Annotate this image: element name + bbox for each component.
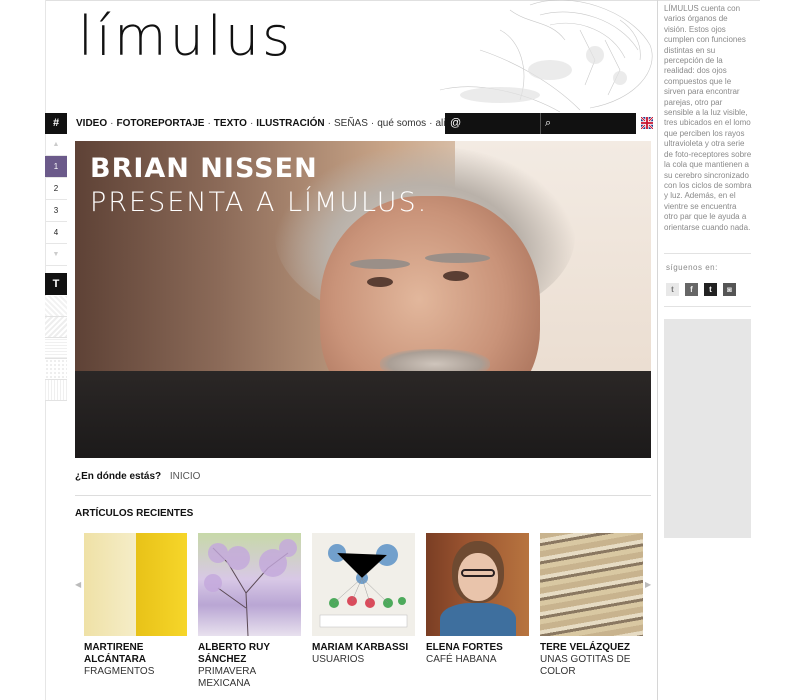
nav-separator: · bbox=[370, 118, 375, 129]
article-title[interactable]: PRIMAVERA MEXICANA bbox=[198, 666, 301, 690]
hero-sweater bbox=[75, 371, 651, 458]
article-author[interactable]: MARIAM KARBASSI bbox=[312, 642, 415, 654]
article-title[interactable]: USUARIOS bbox=[312, 654, 415, 666]
pattern-swatches bbox=[45, 296, 67, 401]
twitter-icon[interactable]: t bbox=[666, 283, 679, 296]
article-author[interactable]: TERE VELÁZQUEZ bbox=[540, 642, 643, 654]
pattern-swatch[interactable] bbox=[45, 380, 67, 401]
article-thumbnail[interactable] bbox=[426, 533, 529, 636]
thumb-yellow-panel bbox=[136, 533, 187, 636]
frame-right-line bbox=[657, 0, 658, 700]
search-icon: ⌕ bbox=[545, 117, 552, 129]
hero-title[interactable]: BRIAN NISSEN bbox=[90, 153, 318, 184]
article-title[interactable]: CAFÉ HABANA bbox=[426, 654, 529, 666]
hero-eye bbox=[443, 271, 469, 281]
sidebar-divider bbox=[664, 306, 751, 307]
hash-menu-button[interactable]: # bbox=[45, 113, 67, 134]
site-logo[interactable]: límulus bbox=[78, 10, 293, 64]
at-icon: @ bbox=[450, 117, 462, 129]
thumb-shadow bbox=[84, 533, 136, 636]
sidebar-divider bbox=[664, 253, 751, 254]
article-thumbnail[interactable] bbox=[540, 533, 643, 636]
pattern-swatch[interactable] bbox=[45, 359, 67, 380]
hero-eye bbox=[367, 277, 393, 287]
article-thumbnail[interactable] bbox=[312, 533, 415, 636]
hero-banner[interactable]: BRIAN NISSEN PRESENTA A LÍMULUS. bbox=[75, 141, 651, 458]
article-author[interactable]: ALBERTO RUY SÁNCHEZ bbox=[198, 642, 301, 666]
nav-ilustracion[interactable]: ILUSTRACIÓN bbox=[256, 118, 324, 129]
follow-us-label: síguenos en: bbox=[666, 263, 718, 272]
recent-articles-list: MARTIRENE ALCÁNTARA FRAGMENTOS ALBERTO R… bbox=[84, 533, 643, 690]
tree-branches-image bbox=[204, 539, 297, 636]
slide-down-arrow[interactable]: ▼ bbox=[45, 244, 67, 266]
article-author[interactable]: MARTIRENE ALCÁNTARA bbox=[84, 642, 187, 666]
glasses-icon bbox=[461, 569, 495, 577]
tumblr-icon[interactable]: t bbox=[704, 283, 717, 296]
article-card[interactable]: MARTIRENE ALCÁNTARA FRAGMENTOS bbox=[84, 533, 187, 690]
pattern-swatch[interactable] bbox=[45, 338, 67, 359]
carousel-next-icon[interactable]: ▶ bbox=[645, 580, 651, 589]
portrait-face bbox=[458, 553, 498, 601]
portrait-body bbox=[440, 603, 516, 636]
nav-video[interactable]: VIDEO bbox=[76, 118, 107, 129]
breadcrumb-label: ¿En dónde estás? bbox=[75, 471, 162, 482]
pattern-swatch[interactable] bbox=[45, 317, 67, 338]
article-card[interactable]: TERE VELÁZQUEZ UNAS GOTITAS DE COLOR bbox=[540, 533, 643, 690]
main-nav: # VIDEO · FOTOREPORTAJE · TEXTO · ILUSTR… bbox=[45, 113, 657, 134]
nav-fotoreportaje[interactable]: FOTOREPORTAJE bbox=[116, 118, 204, 129]
nav-texto[interactable]: TEXTO bbox=[214, 118, 247, 129]
network-diagram-image bbox=[319, 544, 408, 628]
ad-placeholder[interactable] bbox=[664, 319, 751, 538]
breadcrumb: ¿En dónde estás? INICIO bbox=[75, 471, 200, 482]
hero-brow bbox=[350, 259, 410, 269]
article-title[interactable]: UNAS GOTITAS DE COLOR bbox=[540, 654, 643, 678]
recent-articles-title: ARTÍCULOS RECIENTES bbox=[75, 508, 194, 519]
search-input[interactable]: ⌕ bbox=[540, 113, 636, 134]
horseshoe-crab-illustration bbox=[380, 0, 657, 113]
article-card[interactable]: ELENA FORTES CAFÉ HABANA bbox=[426, 533, 529, 690]
slide-up-arrow[interactable]: ▲ bbox=[45, 134, 67, 156]
carousel-prev-icon[interactable]: ◀ bbox=[75, 580, 81, 589]
text-toggle-button[interactable]: T bbox=[45, 273, 67, 295]
section-divider bbox=[75, 495, 651, 496]
nav-separator: · bbox=[327, 118, 331, 129]
article-title[interactable]: FRAGMENTOS bbox=[84, 666, 187, 678]
breadcrumb-home-link[interactable]: INICIO bbox=[170, 471, 201, 482]
nav-que-somos[interactable]: qué somos bbox=[377, 118, 426, 129]
nav-separator: · bbox=[429, 118, 433, 129]
hero-brow bbox=[425, 253, 490, 263]
hero-subtitle[interactable]: PRESENTA A LÍMULUS. bbox=[90, 187, 428, 218]
article-card[interactable]: MARIAM KARBASSI USUARIOS bbox=[312, 533, 415, 690]
article-thumbnail[interactable] bbox=[198, 533, 301, 636]
slide-selector: ▲ 1 2 3 4 ▼ bbox=[45, 134, 67, 266]
slide-1[interactable]: 1 bbox=[45, 156, 67, 178]
nav-senas[interactable]: SEÑAS bbox=[334, 118, 368, 129]
nav-links: VIDEO · FOTOREPORTAJE · TEXTO · ILUSTRAC… bbox=[76, 113, 467, 134]
nav-separator: · bbox=[110, 118, 114, 129]
article-author[interactable]: ELENA FORTES bbox=[426, 642, 529, 654]
article-thumbnail[interactable] bbox=[84, 533, 187, 636]
slide-2[interactable]: 2 bbox=[45, 178, 67, 200]
social-links: t f t ◙ bbox=[666, 283, 736, 296]
about-limulus-text: LÍMULUS cuenta con varios órganos de vis… bbox=[664, 4, 752, 232]
pattern-swatch[interactable] bbox=[45, 296, 67, 317]
article-card[interactable]: ALBERTO RUY SÁNCHEZ PRIMAVERA MEXICANA bbox=[198, 533, 301, 690]
uk-flag-icon[interactable] bbox=[641, 117, 653, 129]
slide-4[interactable]: 4 bbox=[45, 222, 67, 244]
nav-separator: · bbox=[207, 118, 211, 129]
slide-3[interactable]: 3 bbox=[45, 200, 67, 222]
facebook-icon[interactable]: f bbox=[685, 283, 698, 296]
nav-separator: · bbox=[249, 118, 254, 129]
instagram-icon[interactable]: ◙ bbox=[723, 283, 736, 296]
